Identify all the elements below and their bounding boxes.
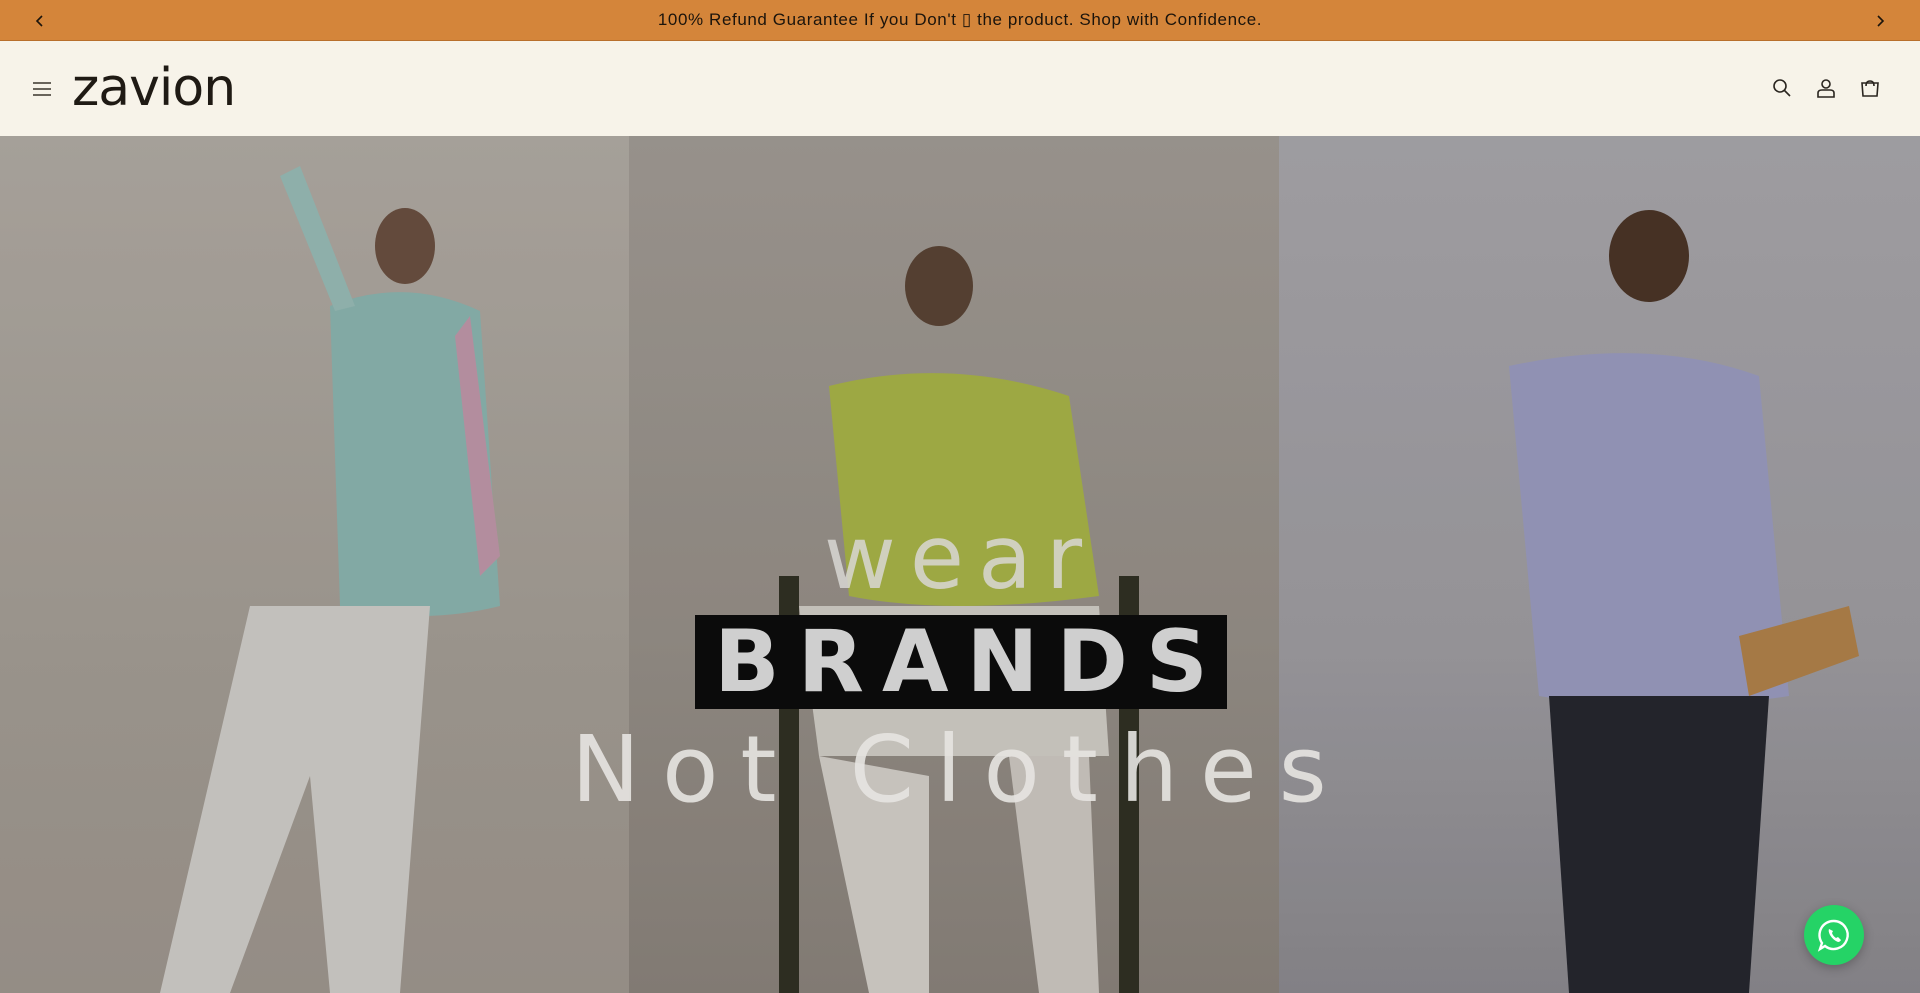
chevron-right-icon — [1877, 14, 1885, 27]
announcement-text: 100% Refund Guarantee If you Don't ▯ the… — [657, 10, 1263, 29]
hero-banner[interactable]: wear BRANDS Not Clothes — [0, 136, 1920, 993]
whatsapp-icon — [1817, 919, 1849, 952]
site-logo[interactable]: zavion — [72, 61, 236, 115]
hero-line-brands: BRANDS — [714, 612, 1226, 712]
cart-icon — [1861, 80, 1879, 97]
hero-line-not-clothes: Not Clothes — [571, 716, 1349, 823]
header-actions — [1766, 70, 1886, 106]
hero-line-wear: wear — [823, 506, 1097, 609]
site-header: zavion — [0, 41, 1920, 136]
menu-button[interactable] — [26, 74, 58, 104]
search-button[interactable] — [1766, 70, 1798, 106]
account-icon — [1817, 79, 1835, 98]
account-button[interactable] — [1810, 70, 1842, 106]
search-icon — [1773, 79, 1791, 97]
hamburger-menu-icon — [33, 82, 51, 96]
announcement-prev-button[interactable] — [20, 0, 60, 41]
chevron-left-icon — [35, 14, 43, 27]
hero-brands-box: BRANDS — [695, 612, 1227, 712]
announcement-next-button[interactable] — [1860, 0, 1900, 41]
whatsapp-chat-button[interactable] — [1804, 905, 1864, 965]
announcement-bar: 100% Refund Guarantee If you Don't ▯ the… — [0, 0, 1920, 41]
cart-button[interactable] — [1854, 70, 1886, 106]
